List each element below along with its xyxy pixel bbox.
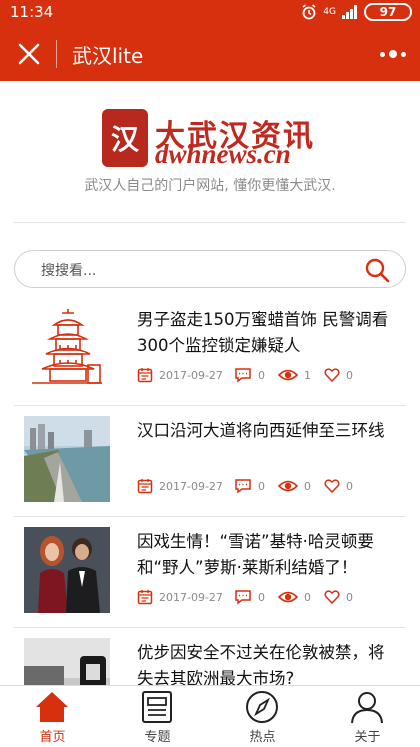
news-item[interactable]: 因戏生情！“雪诺”基特·哈灵顿要和“野人”萝斯·莱斯利结婚了！ 2017-09-… (14, 517, 406, 628)
more-menu-icon[interactable] (380, 42, 406, 66)
search-icon[interactable] (363, 256, 391, 284)
like-count: 0 (346, 590, 353, 604)
tab-home-label: 首页 (39, 730, 66, 745)
tab-hot[interactable]: 热点 (210, 686, 315, 747)
status-time: 11:34 (10, 3, 54, 21)
comment-icon[interactable] (234, 589, 252, 605)
comment-icon[interactable] (234, 478, 252, 494)
heart-icon[interactable] (324, 367, 340, 383)
tab-hot-label: 热点 (249, 730, 276, 745)
calendar-icon (137, 590, 153, 605)
like-count: 0 (346, 368, 353, 382)
site-tagline: 武汉人自己的门户网站, 懂你更懂大武汉. (84, 178, 336, 194)
couple-photo-icon (24, 527, 110, 613)
search-input[interactable]: 搜搜看... (41, 260, 96, 280)
header-divider (56, 40, 57, 68)
news-date: 2017-09-27 (159, 590, 223, 604)
comment-count: 0 (258, 590, 265, 604)
news-date: 2017-09-27 (159, 479, 223, 493)
news-title[interactable]: 因戏生情！“雪诺”基特·哈灵顿要和“野人”萝斯·莱斯利结婚了！ (137, 529, 392, 581)
news-meta: 2017-09-27 0 0 0 (137, 478, 397, 496)
riverside-road-photo-icon (24, 416, 110, 502)
news-thumbnail (24, 527, 110, 613)
news-title[interactable]: 汉口沿河大道将向西延伸至三环线 (137, 418, 392, 444)
comment-count: 0 (258, 479, 265, 493)
search-bar[interactable]: 搜搜看... (14, 250, 406, 288)
view-count: 0 (304, 590, 311, 604)
news-thumbnail (24, 305, 110, 391)
tab-about-label: 关于 (354, 730, 381, 745)
news-date: 2017-09-27 (159, 368, 223, 382)
news-item[interactable]: 男子盗走150万蜜蜡首饰 民警调看300个监控锁定嫌疑人 2017-09-27 … (14, 295, 406, 406)
views-eye-icon (278, 369, 298, 381)
views-eye-icon (278, 480, 298, 492)
app-header: 武汉lite (0, 26, 420, 81)
tab-home[interactable]: 首页 (0, 686, 105, 747)
calendar-icon (137, 368, 153, 383)
news-title[interactable]: 男子盗走150万蜜蜡首饰 民警调看300个监控锁定嫌疑人 (137, 307, 392, 359)
like-count: 0 (346, 479, 353, 493)
heart-icon[interactable] (324, 589, 340, 605)
heart-icon[interactable] (324, 478, 340, 494)
brand-banner: 汉 大武汉资讯 dwhnews.cn 武汉人自己的门户网站, 懂你更懂大武汉. (0, 81, 420, 223)
alarm-icon (302, 4, 316, 20)
calendar-icon (137, 479, 153, 494)
views-eye-icon (278, 591, 298, 603)
view-count: 1 (304, 368, 311, 382)
bottom-tab-bar: 首页 专题 热点 关于 (0, 685, 420, 747)
signal-label: 4G (323, 7, 336, 17)
news-meta: 2017-09-27 0 1 0 (137, 367, 397, 385)
view-count: 0 (304, 479, 311, 493)
comment-icon[interactable] (234, 367, 252, 383)
signal-icon (342, 5, 357, 19)
battery-indicator: 97 (364, 3, 412, 21)
logo-seal-icon: 汉 (102, 109, 148, 167)
status-bar: 11:34 4G 97 (0, 0, 420, 26)
home-icon (36, 692, 68, 722)
news-meta: 2017-09-27 0 0 0 (137, 589, 397, 607)
tab-topics[interactable]: 专题 (105, 686, 210, 747)
page-title: 武汉lite (72, 44, 144, 68)
news-list: 男子盗走150万蜜蜡首饰 民警调看300个监控锁定嫌疑人 2017-09-27 … (0, 295, 420, 739)
news-thumbnail (24, 416, 110, 502)
logo-domain: dwhnews.cn (155, 139, 291, 169)
article-icon (142, 691, 172, 723)
close-icon[interactable] (16, 41, 42, 67)
news-item[interactable]: 汉口沿河大道将向西延伸至三环线 2017-09-27 0 0 0 (14, 406, 406, 517)
compass-icon (246, 691, 278, 723)
tab-about[interactable]: 关于 (315, 686, 420, 747)
tower-illustration-icon (24, 305, 110, 391)
tab-topics-label: 专题 (144, 730, 171, 745)
brand-divider (14, 222, 406, 223)
comment-count: 0 (258, 368, 265, 382)
user-icon (351, 692, 383, 724)
